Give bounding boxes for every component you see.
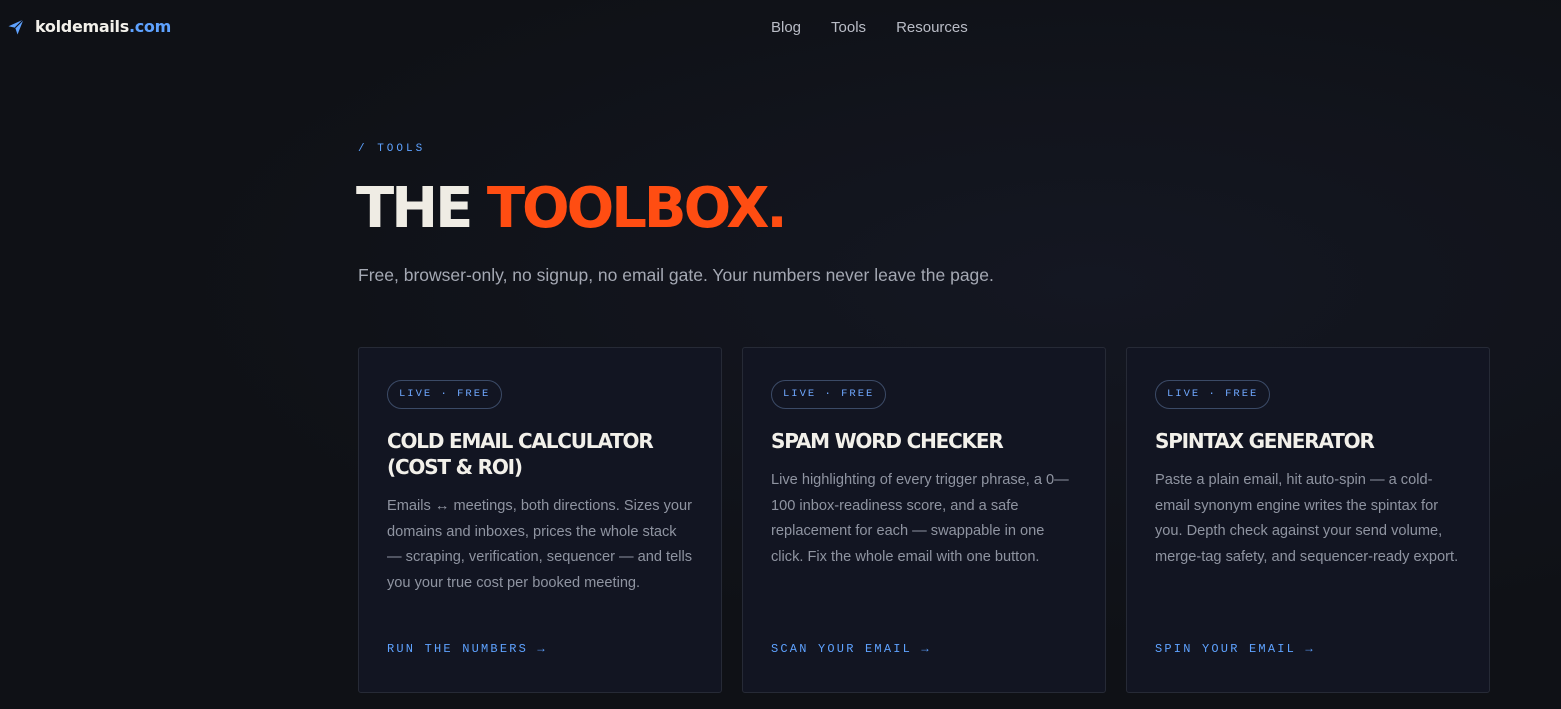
spin-your-email-link[interactable]: SPIN YOUR EMAIL → <box>1155 642 1315 656</box>
logo-text: koldemails.com <box>35 17 171 36</box>
card-title: SPINTAX GENERATOR <box>1155 429 1375 453</box>
card-title: COLD EMAIL CALCULATOR (COST & ROI) <box>387 429 654 479</box>
page-title-part1: THE <box>356 176 487 241</box>
logo-tld: .com <box>128 17 171 36</box>
tool-card-calculator[interactable]: LIVE · FREE COLD EMAIL CALCULATOR (COST … <box>358 347 722 693</box>
card-description: Live highlighting of every trigger phras… <box>771 472 1069 565</box>
paper-plane-icon <box>8 18 24 34</box>
nav-link-resources[interactable]: Resources <box>896 19 968 36</box>
page-subtitle: Free, browser-only, no signup, no email … <box>358 265 994 285</box>
run-the-numbers-link[interactable]: RUN THE NUMBERS → <box>387 642 547 656</box>
card-title: SPAM WORD CHECKER <box>771 429 1004 453</box>
page-title-part2: TOOLBOX. <box>486 176 788 241</box>
logo-link[interactable]: koldemails.com <box>7 17 171 36</box>
section-eyebrow: / TOOLS <box>358 143 426 155</box>
card-description: Paste a plain email, hit auto-spin — a c… <box>1155 472 1459 565</box>
tool-cards: LIVE · FREE COLD EMAIL CALCULATOR (COST … <box>358 347 1490 693</box>
tool-card-spintax[interactable]: LIVE · FREE SPINTAX GENERATOR Paste a pl… <box>1126 347 1490 693</box>
scan-your-email-link[interactable]: SCAN YOUR EMAIL → <box>771 642 931 656</box>
logo-name: koldemails <box>35 17 129 36</box>
nav-link-tools[interactable]: Tools <box>831 19 866 36</box>
nav-link-blog[interactable]: Blog <box>771 19 801 36</box>
status-badge: LIVE · FREE <box>1155 380 1271 409</box>
site-header: koldemails.com Blog Tools Resources <box>0 0 1561 56</box>
status-badge: LIVE · FREE <box>771 380 887 409</box>
card-description: Emails ↔ meetings, both directions. Size… <box>387 498 692 591</box>
main-nav: Blog Tools Resources <box>771 19 968 36</box>
page-title: THE TOOLBOX. <box>356 176 788 241</box>
status-badge: LIVE · FREE <box>387 380 503 409</box>
tool-card-spam-checker[interactable]: LIVE · FREE SPAM WORD CHECKER Live highl… <box>742 347 1106 693</box>
